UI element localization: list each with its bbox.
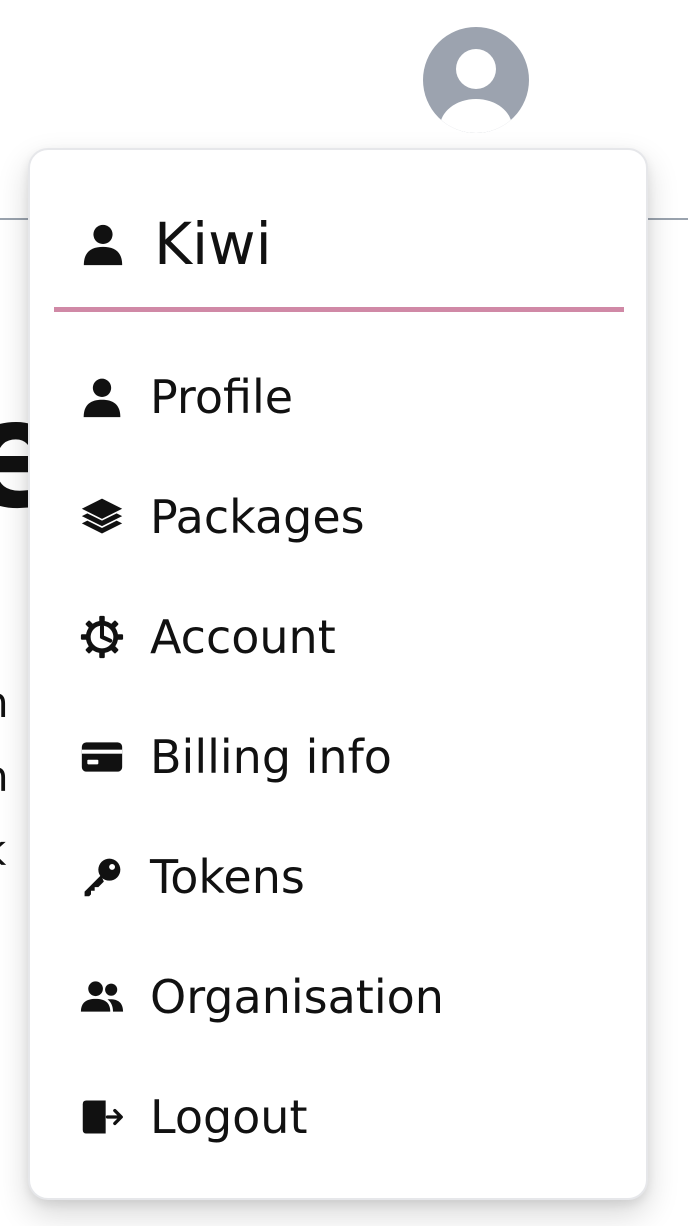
user-icon bbox=[83, 378, 121, 418]
dropdown-user-header: Kiwi bbox=[80, 214, 272, 274]
logout-icon bbox=[82, 1100, 123, 1134]
menu-item-label: Account bbox=[150, 610, 336, 664]
page: e n h k Kiwi Profile bbox=[0, 0, 688, 1226]
menu-item-profile[interactable]: Profile bbox=[30, 337, 646, 457]
dropdown-header-divider bbox=[54, 307, 624, 312]
gear-icon bbox=[80, 615, 124, 659]
menu-item-tokens[interactable]: Tokens bbox=[30, 817, 646, 937]
user-avatar-button[interactable] bbox=[423, 27, 529, 133]
menu-item-account[interactable]: Account bbox=[30, 577, 646, 697]
credit-card-icon bbox=[81, 742, 123, 772]
menu-item-logout[interactable]: Logout bbox=[30, 1057, 646, 1177]
menu-item-label: Tokens bbox=[150, 850, 305, 904]
background-text-fragment: h bbox=[0, 756, 9, 798]
menu-item-label: Logout bbox=[150, 1090, 308, 1144]
background-text-fragment: n bbox=[0, 682, 9, 724]
menu-item-label: Organisation bbox=[150, 970, 444, 1024]
user-icon bbox=[83, 224, 123, 266]
user-avatar-icon bbox=[440, 49, 512, 133]
users-icon bbox=[80, 981, 124, 1012]
dropdown-menu-list: Profile Packages Account Billing info To… bbox=[30, 337, 646, 1177]
key-icon bbox=[84, 858, 121, 897]
menu-item-billing-info[interactable]: Billing info bbox=[30, 697, 646, 817]
menu-item-label: Billing info bbox=[150, 730, 392, 784]
menu-item-label: Profile bbox=[150, 370, 294, 424]
menu-item-label: Packages bbox=[150, 490, 365, 544]
dropdown-user-name: Kiwi bbox=[154, 210, 272, 278]
menu-item-packages[interactable]: Packages bbox=[30, 457, 646, 577]
background-text-fragment: k bbox=[0, 830, 6, 872]
layers-icon bbox=[81, 498, 123, 534]
menu-item-organisation[interactable]: Organisation bbox=[30, 937, 646, 1057]
user-dropdown-menu: Kiwi Profile Packages Account Billing in… bbox=[28, 148, 648, 1200]
